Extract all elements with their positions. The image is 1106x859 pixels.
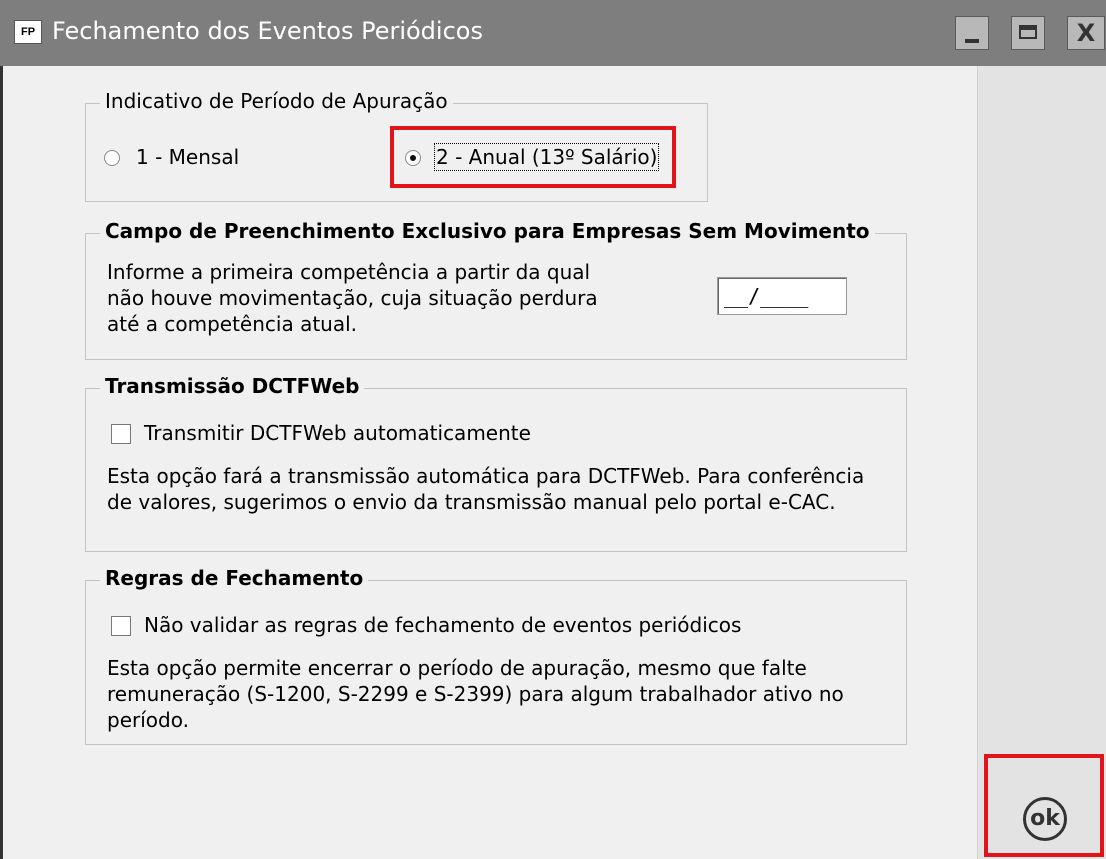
title-bar: FP Fechamento dos Eventos Periódicos X xyxy=(0,0,1106,66)
radio-anual[interactable] xyxy=(405,150,421,166)
dctfweb-text-1: Esta opção fará a transmissão automática… xyxy=(107,464,865,488)
sem-movimento-legend: Campo de Preenchimento Exclusivo para Em… xyxy=(100,219,875,243)
regras-text-2: remuneração (S-1200, S-2299 e S-2399) pa… xyxy=(107,682,844,706)
maximize-icon xyxy=(1019,25,1037,39)
ok-button[interactable]: ok xyxy=(1023,797,1067,841)
dctfweb-legend: Transmissão DCTFWeb xyxy=(100,374,365,398)
dctfweb-checkbox-label[interactable]: Transmitir DCTFWeb automaticamente xyxy=(144,421,531,445)
sem-movimento-text-2: não houve movimentação, cuja situação pe… xyxy=(107,286,598,310)
dctfweb-checkbox[interactable] xyxy=(111,424,131,444)
minimize-icon xyxy=(965,39,979,43)
sem-movimento-text-3: até a competência atual. xyxy=(107,312,358,336)
regras-legend: Regras de Fechamento xyxy=(100,566,369,590)
close-icon: X xyxy=(1076,19,1096,47)
regras-text-1: Esta opção permite encerrar o período de… xyxy=(107,656,807,680)
regras-checkbox[interactable] xyxy=(111,616,131,636)
regras-checkbox-label[interactable]: Não validar as regras de fechamento de e… xyxy=(144,613,741,637)
regras-text-3: período. xyxy=(107,708,189,732)
button-sidebar xyxy=(978,66,1106,859)
close-button[interactable]: X xyxy=(1067,16,1105,50)
competencia-input[interactable]: __/____ xyxy=(717,277,847,315)
minimize-button[interactable] xyxy=(955,16,989,50)
radio-anual-label[interactable]: 2 - Anual (13º Salário) xyxy=(433,143,660,171)
dctfweb-text-2: de valores, sugerimos o envio da transmi… xyxy=(107,490,836,514)
sem-movimento-text-1: Informe a primeira competência a partir … xyxy=(107,260,591,284)
window-title: Fechamento dos Eventos Periódicos xyxy=(52,17,483,45)
radio-mensal-label[interactable]: 1 - Mensal xyxy=(136,145,239,169)
periodo-legend: Indicativo de Período de Apuração xyxy=(100,89,453,113)
app-icon: FP xyxy=(14,20,42,44)
maximize-button[interactable] xyxy=(1011,16,1045,50)
radio-mensal[interactable] xyxy=(104,150,120,166)
